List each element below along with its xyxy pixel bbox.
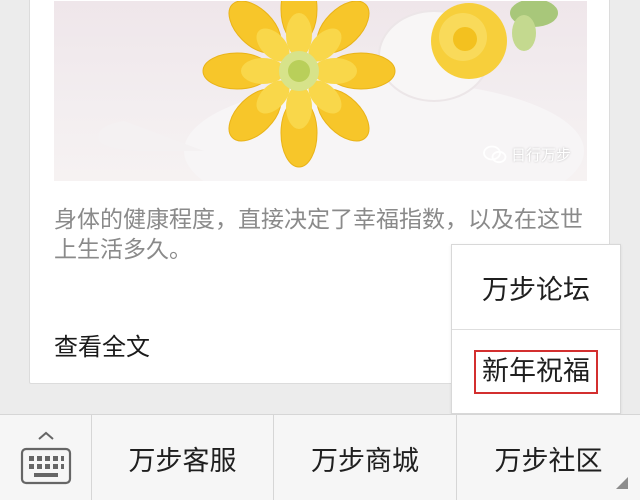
article-cover-image[interactable]: 日行万步 bbox=[54, 1, 587, 181]
submenu-popup: 万步论坛 新年祝福 bbox=[451, 244, 621, 414]
wechat-icon bbox=[483, 145, 507, 165]
keyboard-toggle-button[interactable] bbox=[0, 415, 92, 500]
keyboard-icon bbox=[20, 431, 72, 485]
bottom-menu-bar: 万步客服 万步商城 万步社区 bbox=[0, 414, 640, 500]
submenu-item-new-year-greetings[interactable]: 新年祝福 bbox=[452, 330, 620, 414]
submenu-item-label: 万步论坛 bbox=[482, 274, 590, 306]
menu-button-label: 万步商城 bbox=[311, 445, 419, 477]
wechat-article-screen: 日行万步 身体的健康程度，直接决定了幸福指数，以及在这世上生活多久。 查看全文 … bbox=[0, 0, 640, 500]
watermark-text: 日行万步 bbox=[510, 146, 571, 164]
submenu-indicator-icon bbox=[616, 477, 628, 489]
menu-button-label: 万步社区 bbox=[494, 445, 603, 477]
read-more-link[interactable]: 查看全文 bbox=[54, 327, 150, 362]
cover-watermark: 日行万步 bbox=[483, 144, 571, 165]
menu-button-community[interactable]: 万步社区 bbox=[457, 415, 640, 500]
menu-button-label: 万步客服 bbox=[128, 445, 237, 477]
menu-button-mall[interactable]: 万步商城 bbox=[274, 415, 457, 500]
submenu-item-forum[interactable]: 万步论坛 bbox=[452, 245, 620, 329]
highlighted-item-label: 新年祝福 bbox=[474, 350, 598, 394]
menu-button-customer-service[interactable]: 万步客服 bbox=[92, 415, 274, 500]
